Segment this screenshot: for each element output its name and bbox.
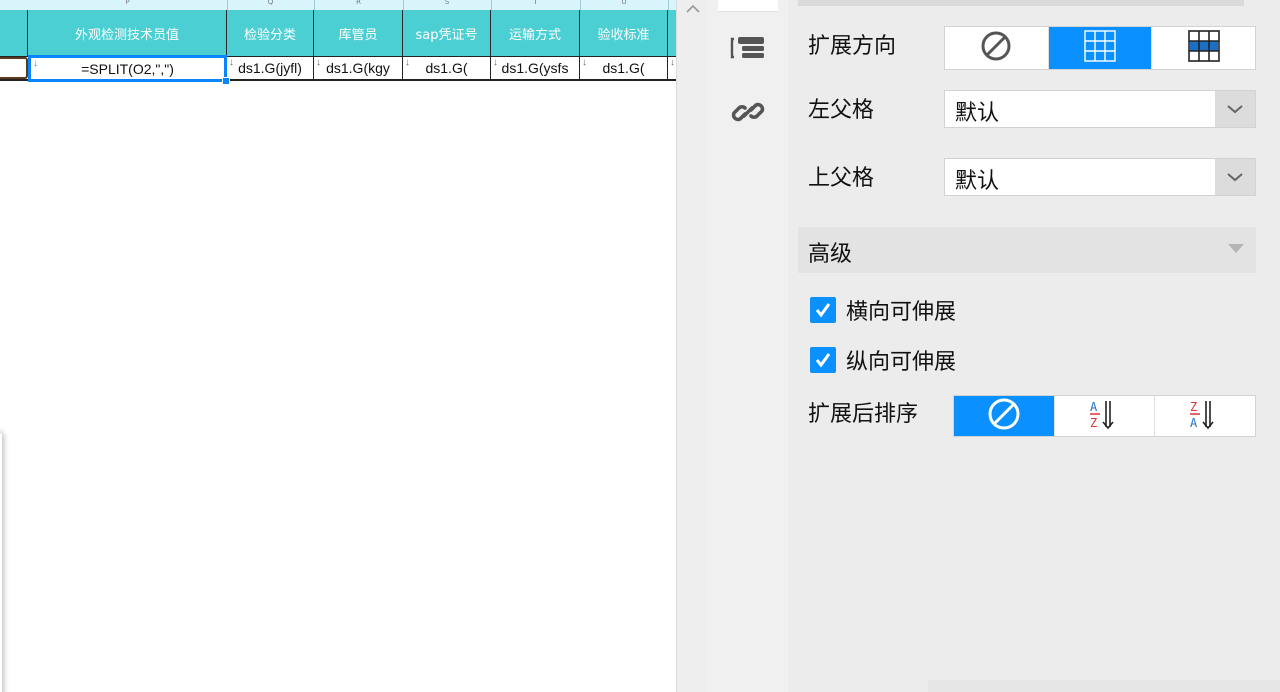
expand-down-icon: ↓	[33, 58, 38, 69]
header-cell-s[interactable]: sap凭证号	[403, 10, 491, 56]
column-letter-r: R	[356, 0, 361, 6]
top-parent-value: 默认	[955, 169, 1000, 194]
column-letter-q: Q	[267, 0, 274, 6]
sort-ascending-button[interactable]: A Z	[1055, 396, 1156, 436]
horizontal-expand-icon	[1187, 29, 1221, 67]
chevron-down-icon[interactable]	[1215, 91, 1255, 127]
top-parent-label: 上父格	[808, 166, 875, 191]
checkmark-icon	[815, 353, 831, 368]
svg-text:Z: Z	[1190, 400, 1197, 414]
svg-text:A: A	[1190, 416, 1198, 430]
cell-text: ds1.G(	[425, 60, 468, 76]
data-row: ↓ =SPLIT(O2,",") ↓ ds1.G(jyfl) ↓ ds1.G(k…	[0, 55, 676, 82]
expand-down-icon: ↓	[229, 57, 234, 68]
vertical-extensible-row[interactable]: 纵向可伸展	[810, 346, 957, 375]
no-sort-icon	[987, 397, 1021, 435]
cell-text: ds1.G(ysfs	[501, 60, 569, 76]
side-tool-strip	[708, 0, 788, 692]
vertical-extensible-checkbox[interactable]	[810, 347, 836, 373]
fill-handle[interactable]	[222, 77, 230, 85]
spreadsheet-area[interactable]: P Q R S T U 外观检测技术员值 检验分类 库管员 sap凭证号 运输方…	[0, 0, 676, 692]
cell-properties-panel: 扩展方向 左父格 默认 上父格 默认 高级 横向可伸展 纵向可伸展 扩展后排序 …	[788, 0, 1280, 692]
column-letter-s: S	[444, 0, 450, 6]
cell-q2[interactable]: ↓ ds1.G(jyfl)	[227, 57, 314, 79]
app-window: P Q R S T U 外观检测技术员值 检验分类 库管员 sap凭证号 运输方…	[0, 0, 1280, 692]
advanced-title: 高级	[808, 242, 853, 267]
expand-down-icon: ↓	[582, 57, 587, 68]
chevron-down-icon[interactable]	[1215, 159, 1255, 195]
expand-direction-label: 扩展方向	[808, 34, 897, 59]
scroll-up-icon[interactable]	[683, 0, 703, 18]
cell-text: ds1.G(kgy	[326, 60, 390, 76]
expand-down-icon: ↓	[405, 57, 410, 68]
expand-vertical-button[interactable]	[1048, 27, 1153, 69]
top-parent-select[interactable]: 默认	[944, 158, 1256, 196]
expand-down-icon: ↓	[493, 57, 498, 68]
column-separator	[668, 0, 669, 10]
expand-down-icon: ↓	[670, 57, 675, 68]
expand-none-button[interactable]	[945, 27, 1049, 69]
cell-text: ds1.G(jyfl)	[238, 60, 302, 76]
header-cell-v[interactable]	[668, 10, 676, 56]
header-cell-r[interactable]: 库管员	[314, 10, 403, 56]
horizontal-extensible-checkbox[interactable]	[810, 297, 836, 323]
checkmark-icon	[815, 303, 831, 318]
floating-panel-edge	[0, 432, 2, 692]
svg-text:Z: Z	[1090, 416, 1097, 430]
header-cell-o[interactable]	[0, 10, 28, 56]
panel-bottom-shade	[928, 680, 1280, 692]
column-letter-u: U	[621, 0, 627, 6]
sort-after-expand-group: A Z Z A	[953, 395, 1256, 437]
expand-direction-group	[944, 26, 1256, 70]
cell-list-icon[interactable]	[728, 30, 768, 66]
cell-s2[interactable]: ↓ ds1.G(	[403, 57, 491, 79]
sort-ascending-icon: A Z	[1088, 397, 1122, 435]
left-parent-value: 默认	[955, 101, 1000, 126]
panel-top-bar	[798, 0, 1244, 6]
cell-u2[interactable]: ↓ ds1.G(	[580, 57, 668, 79]
advanced-section-header[interactable]: 高级	[798, 227, 1256, 273]
cell-r2[interactable]: ↓ ds1.G(kgy	[314, 57, 403, 79]
sort-descending-button[interactable]: Z A	[1155, 396, 1255, 436]
expand-horizontal-button[interactable]	[1152, 27, 1255, 69]
no-expand-icon	[980, 30, 1012, 66]
cell-t2[interactable]: ↓ ds1.G(ysfs	[491, 57, 580, 79]
horizontal-extensible-row[interactable]: 横向可伸展	[810, 296, 957, 325]
header-row: 外观检测技术员值 检验分类 库管员 sap凭证号 运输方式 验收标准	[0, 10, 676, 56]
sort-descending-icon: Z A	[1188, 397, 1222, 435]
tool-tab-active[interactable]	[718, 0, 778, 12]
cell-formula-text: =SPLIT(O2,",")	[81, 60, 174, 77]
left-parent-label: 左父格	[808, 98, 875, 123]
cell-text: ds1.G(	[602, 60, 645, 76]
header-cell-q[interactable]: 检验分类	[227, 10, 314, 56]
vertical-expand-icon	[1083, 29, 1117, 67]
sort-after-expand-label: 扩展后排序	[808, 402, 919, 427]
horizontal-extensible-label: 横向可伸展	[846, 300, 957, 325]
sort-none-button[interactable]	[954, 396, 1055, 436]
svg-text:A: A	[1090, 400, 1098, 414]
column-letter-p: P	[125, 0, 130, 6]
header-cell-t[interactable]: 运输方式	[491, 10, 580, 56]
vertical-extensible-label: 纵向可伸展	[846, 350, 957, 375]
expand-down-icon: ↓	[316, 57, 321, 68]
header-cell-u[interactable]: 验收标准	[580, 10, 668, 56]
column-letter-t: T	[533, 0, 538, 6]
cell-p2-selected[interactable]: ↓ =SPLIT(O2,",")	[28, 55, 227, 82]
link-icon[interactable]	[728, 94, 768, 130]
cell-v2[interactable]: ↓	[668, 57, 676, 79]
vertical-scrollbar[interactable]	[676, 0, 708, 692]
left-parent-select[interactable]: 默认	[944, 90, 1256, 128]
column-letter-bar: P Q R S T U	[0, 0, 676, 10]
cell-o2[interactable]	[0, 57, 28, 79]
caret-down-icon[interactable]	[1228, 244, 1244, 253]
header-cell-p[interactable]: 外观检测技术员值	[28, 10, 227, 56]
